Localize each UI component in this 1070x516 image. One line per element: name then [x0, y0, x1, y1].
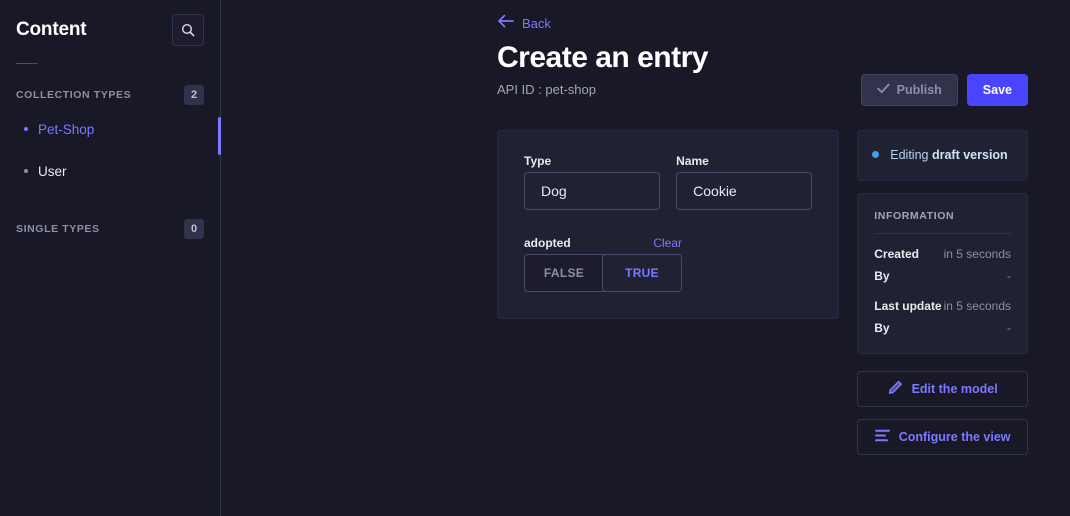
bullet-icon — [24, 127, 28, 131]
back-button[interactable]: Back — [497, 14, 551, 33]
sidebar-group-badge: 2 — [184, 85, 204, 105]
name-input[interactable] — [676, 172, 813, 210]
title-block: Create an entry API ID : pet-shop — [497, 42, 708, 97]
info-key: By — [874, 269, 890, 284]
information-title: INFORMATION — [874, 210, 955, 223]
main-content: Back Create an entry API ID : pet-shop P… — [221, 0, 1070, 516]
clear-button[interactable]: Clear — [653, 236, 682, 250]
info-key: By — [874, 321, 890, 336]
sidebar-header: Content — [0, 0, 220, 46]
field-row: Type Name — [524, 154, 813, 210]
pencil-icon — [888, 380, 903, 398]
sidebar-group-collection-types: COLLECTION TYPES 2 — [0, 85, 220, 105]
configure-the-view-button[interactable]: Configure the view — [857, 419, 1028, 456]
publish-button[interactable]: Publish — [860, 74, 958, 106]
entry-side-panel: Editing draft version INFORMATION Create… — [857, 130, 1028, 456]
save-label: Save — [982, 83, 1012, 97]
sidebar: Content COLLECTION TYPES 2 Pet-Shop User… — [0, 0, 221, 516]
entry-form-card: Type Name adopted Clear FALSE — [497, 130, 840, 319]
information-divider — [874, 233, 1011, 235]
check-icon — [876, 83, 890, 97]
api-id-label: API ID : pet-shop — [497, 81, 596, 97]
publish-label: Publish — [896, 83, 942, 97]
field-label: adopted — [524, 236, 571, 250]
type-input[interactable] — [524, 172, 661, 210]
sidebar-item-pet-shop[interactable]: Pet-Shop — [0, 111, 220, 147]
info-row-created-by: By - — [874, 269, 1011, 283]
draft-status-prefix: Editing — [890, 148, 932, 162]
field-adopted: adopted Clear FALSE TRUE — [524, 236, 682, 292]
page-title: Create an entry — [497, 41, 708, 74]
sidebar-group-label: SINGLE TYPES — [16, 223, 100, 235]
sidebar-divider — [16, 63, 38, 64]
draft-status-panel: Editing draft version — [857, 130, 1028, 182]
sidebar-item-label: Pet-Shop — [38, 121, 95, 137]
field-name: Name — [676, 154, 813, 210]
sidebar-group-single-types: SINGLE TYPES 0 — [0, 219, 220, 239]
information-panel: INFORMATION Created in 5 seconds By - La… — [857, 193, 1028, 355]
info-value: in 5 seconds — [943, 299, 1011, 314]
header-actions: Publish Save — [860, 42, 1028, 106]
arrow-left-icon — [497, 14, 514, 33]
status-dot-icon — [872, 151, 880, 158]
draft-status-text: Editing draft version — [890, 146, 1007, 165]
bullet-icon — [24, 169, 28, 173]
back-label: Back — [522, 16, 551, 31]
info-value: - — [1007, 269, 1011, 284]
info-value: in 5 seconds — [943, 247, 1011, 262]
title-row: Create an entry API ID : pet-shop Publis… — [497, 42, 1028, 106]
info-row-created: Created in 5 seconds — [874, 247, 1011, 261]
boolean-toggle-group: FALSE TRUE — [524, 254, 682, 292]
list-lines-icon — [874, 429, 890, 445]
sidebar-item-label: User — [38, 163, 67, 179]
configure-the-view-label: Configure the view — [898, 430, 1011, 445]
info-key: Created — [874, 247, 919, 262]
info-row-last-update-by: By - — [874, 321, 1011, 335]
search-icon — [181, 23, 195, 37]
boolean-option-true[interactable]: TRUE — [602, 255, 681, 291]
field-type: Type — [524, 154, 661, 210]
sidebar-group-label: COLLECTION TYPES — [16, 89, 132, 101]
field-label: Name — [676, 154, 709, 168]
edit-the-model-button[interactable]: Edit the model — [857, 371, 1028, 408]
edit-the-model-label: Edit the model — [911, 382, 998, 397]
info-key: Last update — [874, 299, 942, 314]
field-label: Type — [524, 154, 552, 168]
info-value: - — [1007, 321, 1011, 336]
boolean-field-header: adopted Clear — [524, 236, 682, 250]
page-header: Back Create an entry API ID : pet-shop P… — [221, 0, 1070, 106]
sidebar-title: Content — [16, 19, 87, 40]
save-button[interactable]: Save — [966, 74, 1028, 106]
info-row-last-update: Last update in 5 seconds — [874, 299, 1011, 313]
content-row: Type Name adopted Clear FALSE — [221, 130, 1070, 456]
sidebar-item-user[interactable]: User — [0, 153, 220, 189]
boolean-option-false[interactable]: FALSE — [525, 255, 603, 291]
app-root: Content COLLECTION TYPES 2 Pet-Shop User… — [0, 0, 1070, 516]
draft-status-emphasis: draft version — [931, 148, 1008, 162]
sidebar-group-badge: 0 — [184, 219, 204, 239]
search-button[interactable] — [172, 14, 204, 46]
